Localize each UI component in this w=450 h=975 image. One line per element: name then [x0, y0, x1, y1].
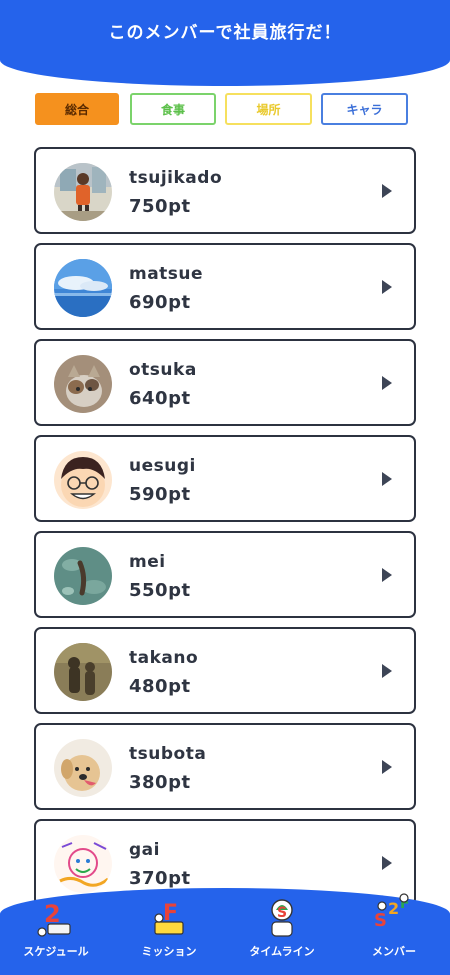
mission-icon: F	[145, 892, 193, 940]
avatar	[54, 451, 112, 509]
nav-label: スケジュール	[23, 945, 89, 958]
page-title: このメンバーで社員旅行だ！	[108, 23, 342, 43]
avatar	[54, 835, 112, 893]
member-name: matsue	[129, 264, 204, 284]
chevron-right-icon	[382, 760, 392, 774]
nav-item-schedule[interactable]: 2 スケジュール	[0, 888, 112, 975]
member-name: gai	[129, 840, 160, 860]
chevron-right-icon	[382, 856, 392, 870]
member-card[interactable]: tsujikado 750pt	[34, 147, 416, 234]
member-points: 590pt	[129, 484, 191, 505]
member-card[interactable]: matsue 690pt	[34, 243, 416, 330]
water-photo-icon	[54, 547, 112, 605]
member-icon: S 2 F	[370, 892, 418, 940]
shadow-photo-icon	[54, 643, 112, 701]
nav-label: タイムライン	[249, 945, 315, 958]
avatar	[54, 259, 112, 317]
member-points: 370pt	[129, 868, 191, 889]
nav-item-timeline[interactable]: S タイムライン	[226, 888, 338, 975]
member-name: tsubota	[129, 744, 207, 764]
member-name: otsuka	[129, 360, 197, 380]
schedule-icon: 2	[32, 892, 80, 940]
member-card[interactable]: otsuka 640pt	[34, 339, 416, 426]
tab-place[interactable]: 場所	[225, 93, 312, 125]
member-points: 640pt	[129, 388, 191, 409]
category-tabs: 総合 食事 場所 キャラ	[35, 93, 408, 125]
cat-photo-icon	[54, 355, 112, 413]
tab-food[interactable]: 食事	[130, 93, 216, 125]
nav-item-member[interactable]: S 2 F メンバー	[338, 888, 450, 975]
member-card[interactable]: uesugi 590pt	[34, 435, 416, 522]
member-points: 750pt	[129, 196, 191, 217]
avatar	[54, 643, 112, 701]
chevron-right-icon	[382, 376, 392, 390]
tab-character[interactable]: キャラ	[321, 93, 408, 125]
chevron-right-icon	[382, 184, 392, 198]
tab-overall[interactable]: 総合	[35, 93, 119, 125]
sky-photo-icon	[54, 259, 112, 317]
cartoon-face-icon	[54, 451, 112, 509]
svg-text:2: 2	[388, 899, 399, 918]
member-points: 550pt	[129, 580, 191, 601]
member-name: mei	[129, 552, 166, 572]
header-bar: このメンバーで社員旅行だ！	[0, 0, 450, 86]
bottom-nav: 2 スケジュール F ミッション S タイムライン S 2 F メンバー	[0, 888, 450, 975]
member-card[interactable]: takano 480pt	[34, 627, 416, 714]
member-card[interactable]: tsubota 380pt	[34, 723, 416, 810]
svg-text:S: S	[277, 905, 287, 921]
member-name: tsujikado	[129, 168, 223, 188]
dog-photo-icon	[54, 739, 112, 797]
nav-label: メンバー	[372, 945, 416, 958]
member-name: takano	[129, 648, 199, 668]
member-points: 380pt	[129, 772, 191, 793]
nav-label: ミッション	[141, 945, 197, 958]
member-name: uesugi	[129, 456, 196, 476]
member-card[interactable]: mei 550pt	[34, 531, 416, 618]
chevron-right-icon	[382, 280, 392, 294]
avatar	[54, 547, 112, 605]
member-points: 690pt	[129, 292, 191, 313]
chevron-right-icon	[382, 568, 392, 582]
drawing-icon	[54, 835, 112, 893]
avatar	[54, 739, 112, 797]
nav-item-mission[interactable]: F ミッション	[113, 888, 225, 975]
chevron-right-icon	[382, 664, 392, 678]
chevron-right-icon	[382, 472, 392, 486]
avatar	[54, 355, 112, 413]
svg-text:S: S	[374, 910, 387, 931]
avatar	[54, 163, 112, 221]
member-points: 480pt	[129, 676, 191, 697]
timeline-icon: S	[258, 892, 306, 940]
person-photo-icon	[54, 163, 112, 221]
